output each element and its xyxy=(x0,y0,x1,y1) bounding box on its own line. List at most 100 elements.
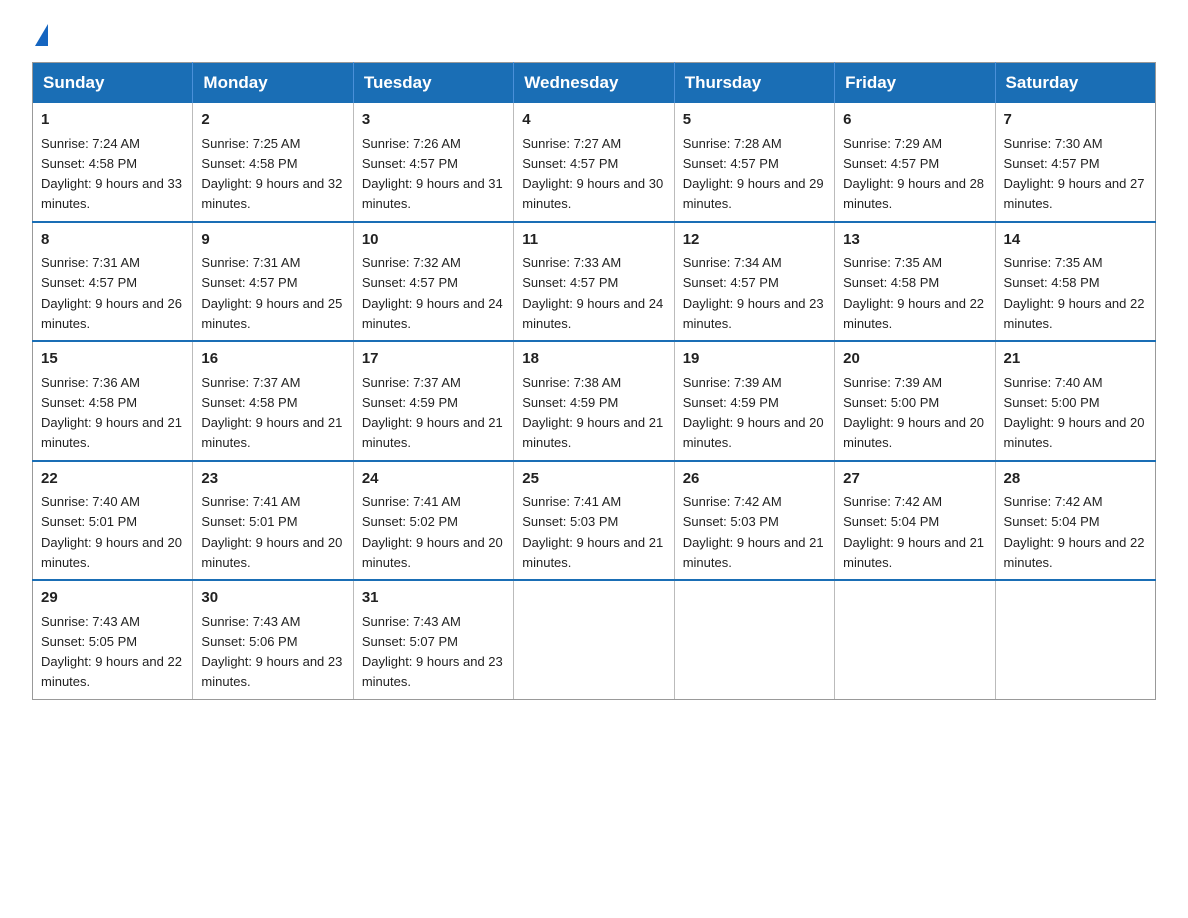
day-number: 26 xyxy=(683,468,826,491)
day-info: Sunrise: 7:38 AMSunset: 4:59 PMDaylight:… xyxy=(522,375,663,451)
day-cell: 6 Sunrise: 7:29 AMSunset: 4:57 PMDaylight… xyxy=(835,103,995,222)
header-monday: Monday xyxy=(193,63,353,104)
day-number: 23 xyxy=(201,468,344,491)
day-info: Sunrise: 7:40 AMSunset: 5:00 PMDaylight:… xyxy=(1004,375,1145,451)
header-tuesday: Tuesday xyxy=(353,63,513,104)
day-cell: 17 Sunrise: 7:37 AMSunset: 4:59 PMDayligh… xyxy=(353,341,513,461)
day-info: Sunrise: 7:41 AMSunset: 5:03 PMDaylight:… xyxy=(522,494,663,570)
day-cell: 18 Sunrise: 7:38 AMSunset: 4:59 PMDayligh… xyxy=(514,341,674,461)
day-number: 20 xyxy=(843,348,986,371)
day-cell: 31 Sunrise: 7:43 AMSunset: 5:07 PMDayligh… xyxy=(353,580,513,699)
day-cell: 27Sunrise: 7:42 AMSunset: 5:04 PMDayligh… xyxy=(835,461,995,581)
day-info: Sunrise: 7:35 AMSunset: 4:58 PMDaylight:… xyxy=(1004,255,1145,331)
day-number: 2 xyxy=(201,109,344,132)
day-info: Sunrise: 7:25 AMSunset: 4:58 PMDaylight:… xyxy=(201,136,342,212)
day-info: Sunrise: 7:24 AMSunset: 4:58 PMDaylight:… xyxy=(41,136,182,212)
day-number: 28 xyxy=(1004,468,1147,491)
day-cell xyxy=(995,580,1155,699)
day-cell: 19Sunrise: 7:39 AMSunset: 4:59 PMDayligh… xyxy=(674,341,834,461)
day-number: 16 xyxy=(201,348,344,371)
day-cell: 26 Sunrise: 7:42 AMSunset: 5:03 PMDayligh… xyxy=(674,461,834,581)
day-cell: 25 Sunrise: 7:41 AMSunset: 5:03 PMDayligh… xyxy=(514,461,674,581)
day-number: 31 xyxy=(362,587,505,610)
day-info: Sunrise: 7:40 AMSunset: 5:01 PMDaylight:… xyxy=(41,494,182,570)
day-info: Sunrise: 7:37 AMSunset: 4:58 PMDaylight:… xyxy=(201,375,342,451)
day-cell: 20 Sunrise: 7:39 AMSunset: 5:00 PMDayligh… xyxy=(835,341,995,461)
day-cell: 10Sunrise: 7:32 AMSunset: 4:57 PMDayligh… xyxy=(353,222,513,342)
week-row-5: 29 Sunrise: 7:43 AMSunset: 5:05 PMDayligh… xyxy=(33,580,1156,699)
day-cell: 5 Sunrise: 7:28 AMSunset: 4:57 PMDaylight… xyxy=(674,103,834,222)
day-cell xyxy=(835,580,995,699)
day-number: 21 xyxy=(1004,348,1147,371)
day-info: Sunrise: 7:43 AMSunset: 5:06 PMDaylight:… xyxy=(201,614,342,690)
week-row-2: 8Sunrise: 7:31 AMSunset: 4:57 PMDaylight… xyxy=(33,222,1156,342)
day-number: 14 xyxy=(1004,229,1147,252)
day-cell: 21 Sunrise: 7:40 AMSunset: 5:00 PMDayligh… xyxy=(995,341,1155,461)
day-cell: 12 Sunrise: 7:34 AMSunset: 4:57 PMDayligh… xyxy=(674,222,834,342)
day-number: 1 xyxy=(41,109,184,132)
day-cell: 3 Sunrise: 7:26 AMSunset: 4:57 PMDaylight… xyxy=(353,103,513,222)
day-cell: 8Sunrise: 7:31 AMSunset: 4:57 PMDaylight… xyxy=(33,222,193,342)
day-info: Sunrise: 7:41 AMSunset: 5:01 PMDaylight:… xyxy=(201,494,342,570)
logo-triangle-icon xyxy=(35,24,48,46)
day-cell: 22 Sunrise: 7:40 AMSunset: 5:01 PMDayligh… xyxy=(33,461,193,581)
header-saturday: Saturday xyxy=(995,63,1155,104)
day-number: 15 xyxy=(41,348,184,371)
day-number: 18 xyxy=(522,348,665,371)
day-cell: 16 Sunrise: 7:37 AMSunset: 4:58 PMDayligh… xyxy=(193,341,353,461)
day-number: 13 xyxy=(843,229,986,252)
calendar-table: SundayMondayTuesdayWednesdayThursdayFrid… xyxy=(32,62,1156,700)
day-number: 10 xyxy=(362,229,505,252)
day-info: Sunrise: 7:43 AMSunset: 5:05 PMDaylight:… xyxy=(41,614,182,690)
day-info: Sunrise: 7:42 AMSunset: 5:03 PMDaylight:… xyxy=(683,494,824,570)
day-number: 27 xyxy=(843,468,986,491)
day-cell: 29 Sunrise: 7:43 AMSunset: 5:05 PMDayligh… xyxy=(33,580,193,699)
day-info: Sunrise: 7:30 AMSunset: 4:57 PMDaylight:… xyxy=(1004,136,1145,212)
day-number: 17 xyxy=(362,348,505,371)
day-number: 25 xyxy=(522,468,665,491)
page-header xyxy=(32,24,1156,44)
header-thursday: Thursday xyxy=(674,63,834,104)
day-info: Sunrise: 7:26 AMSunset: 4:57 PMDaylight:… xyxy=(362,136,503,212)
day-cell: 13 Sunrise: 7:35 AMSunset: 4:58 PMDayligh… xyxy=(835,222,995,342)
day-cell: 23 Sunrise: 7:41 AMSunset: 5:01 PMDayligh… xyxy=(193,461,353,581)
day-info: Sunrise: 7:37 AMSunset: 4:59 PMDaylight:… xyxy=(362,375,503,451)
day-cell: 4 Sunrise: 7:27 AMSunset: 4:57 PMDaylight… xyxy=(514,103,674,222)
day-info: Sunrise: 7:34 AMSunset: 4:57 PMDaylight:… xyxy=(683,255,824,331)
day-number: 5 xyxy=(683,109,826,132)
day-cell xyxy=(514,580,674,699)
day-info: Sunrise: 7:27 AMSunset: 4:57 PMDaylight:… xyxy=(522,136,663,212)
day-info: Sunrise: 7:36 AMSunset: 4:58 PMDaylight:… xyxy=(41,375,182,451)
day-number: 22 xyxy=(41,468,184,491)
day-number: 7 xyxy=(1004,109,1147,132)
day-info: Sunrise: 7:28 AMSunset: 4:57 PMDaylight:… xyxy=(683,136,824,212)
day-info: Sunrise: 7:35 AMSunset: 4:58 PMDaylight:… xyxy=(843,255,984,331)
day-info: Sunrise: 7:42 AMSunset: 5:04 PMDaylight:… xyxy=(1004,494,1145,570)
day-cell: 14 Sunrise: 7:35 AMSunset: 4:58 PMDayligh… xyxy=(995,222,1155,342)
day-info: Sunrise: 7:31 AMSunset: 4:57 PMDaylight:… xyxy=(201,255,342,331)
day-number: 19 xyxy=(683,348,826,371)
day-cell: 30 Sunrise: 7:43 AMSunset: 5:06 PMDayligh… xyxy=(193,580,353,699)
day-number: 9 xyxy=(201,229,344,252)
day-number: 4 xyxy=(522,109,665,132)
day-cell xyxy=(674,580,834,699)
logo xyxy=(32,24,48,44)
day-number: 6 xyxy=(843,109,986,132)
day-number: 24 xyxy=(362,468,505,491)
day-number: 12 xyxy=(683,229,826,252)
day-cell: 7 Sunrise: 7:30 AMSunset: 4:57 PMDaylight… xyxy=(995,103,1155,222)
calendar-header-row: SundayMondayTuesdayWednesdayThursdayFrid… xyxy=(33,63,1156,104)
day-info: Sunrise: 7:29 AMSunset: 4:57 PMDaylight:… xyxy=(843,136,984,212)
day-number: 3 xyxy=(362,109,505,132)
day-info: Sunrise: 7:41 AMSunset: 5:02 PMDaylight:… xyxy=(362,494,503,570)
day-number: 30 xyxy=(201,587,344,610)
day-info: Sunrise: 7:31 AMSunset: 4:57 PMDaylight:… xyxy=(41,255,182,331)
day-cell: 9 Sunrise: 7:31 AMSunset: 4:57 PMDaylight… xyxy=(193,222,353,342)
day-cell: 24 Sunrise: 7:41 AMSunset: 5:02 PMDayligh… xyxy=(353,461,513,581)
day-info: Sunrise: 7:39 AMSunset: 5:00 PMDaylight:… xyxy=(843,375,984,451)
day-cell: 28 Sunrise: 7:42 AMSunset: 5:04 PMDayligh… xyxy=(995,461,1155,581)
week-row-3: 15 Sunrise: 7:36 AMSunset: 4:58 PMDayligh… xyxy=(33,341,1156,461)
day-info: Sunrise: 7:43 AMSunset: 5:07 PMDaylight:… xyxy=(362,614,503,690)
day-number: 11 xyxy=(522,229,665,252)
day-number: 29 xyxy=(41,587,184,610)
